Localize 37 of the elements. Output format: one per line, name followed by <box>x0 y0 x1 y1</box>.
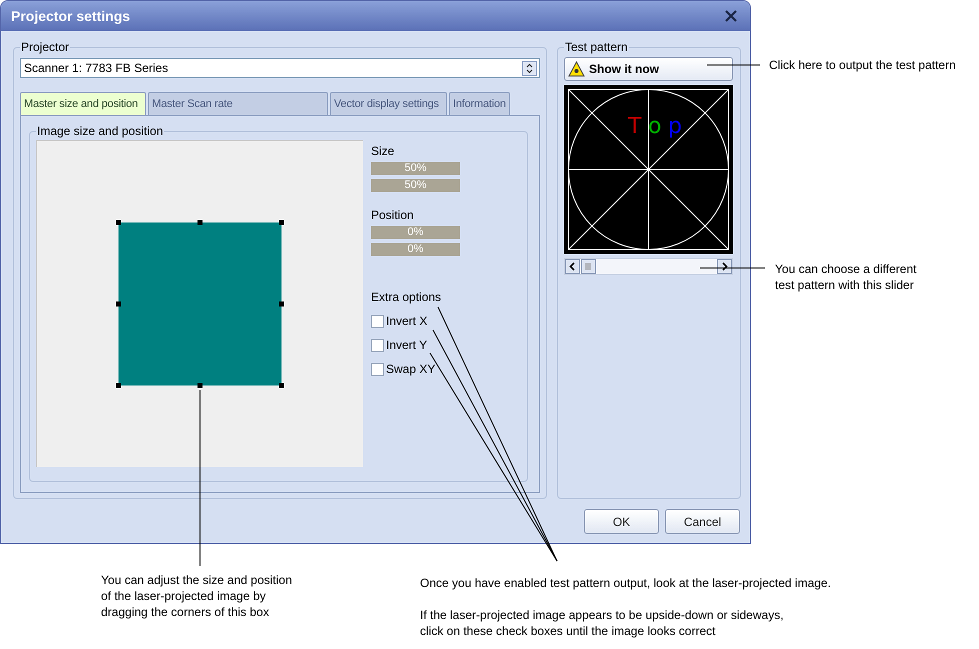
close-icon[interactable] <box>724 9 738 23</box>
pattern-letter: T <box>628 114 642 139</box>
annotation-text: If the laser-projected image appears to be upside-down or sideways, click on these check boxes until the image looks correct <box>420 607 785 639</box>
pattern-letter: p <box>668 114 682 139</box>
spinner-icon <box>522 60 537 76</box>
option-checkbox[interactable]: Invert X <box>371 314 460 328</box>
dialog-button[interactable]: OK <box>584 509 659 534</box>
annotation-text: Once you have enabled test pattern output, look at the laser-projected image. <box>420 575 831 591</box>
pattern-letter: o <box>648 114 662 139</box>
value-readout: 50% <box>371 179 460 192</box>
show-it-now-button[interactable]: Show it now <box>564 57 733 81</box>
position-label: Position <box>371 207 415 224</box>
option-checkbox[interactable]: Invert Y <box>371 338 460 352</box>
window-title: Projector settings <box>11 6 130 26</box>
warning-icon <box>568 61 585 77</box>
extra-options-label: Extra options <box>371 289 442 306</box>
dialog-button[interactable]: Cancel <box>665 509 740 534</box>
group-label: Image size and position <box>36 123 164 140</box>
annotation-text: You can choose a different test pattern with this slider <box>775 261 916 293</box>
tab[interactable]: Vector display settings <box>330 92 447 115</box>
tab[interactable]: Master Scan rate <box>148 92 328 115</box>
annotation-text: You can adjust the size and position of the laser-projected image by dragging the corners of this box <box>101 572 292 620</box>
group-label: Test pattern <box>564 39 629 56</box>
value-readout: 50% <box>371 162 460 175</box>
size-label: Size <box>371 143 396 160</box>
slider-thumb[interactable] <box>580 259 596 274</box>
leader-line <box>706 64 760 66</box>
option-checkbox[interactable]: Swap XY <box>371 362 460 376</box>
value-readout: 0% <box>371 243 460 256</box>
tab[interactable]: Master size and position <box>20 92 146 115</box>
group-label: Projector <box>20 39 70 56</box>
pattern-slider[interactable] <box>564 258 733 275</box>
annotation-text: Click here to output the test pattern <box>769 57 956 73</box>
resizable-box-drawing[interactable] <box>116 220 284 388</box>
tab[interactable]: Information <box>449 92 510 115</box>
value-readout: 0% <box>371 226 460 239</box>
projector-dropdown[interactable]: Scanner 1: 7783 FB Series <box>20 58 540 78</box>
